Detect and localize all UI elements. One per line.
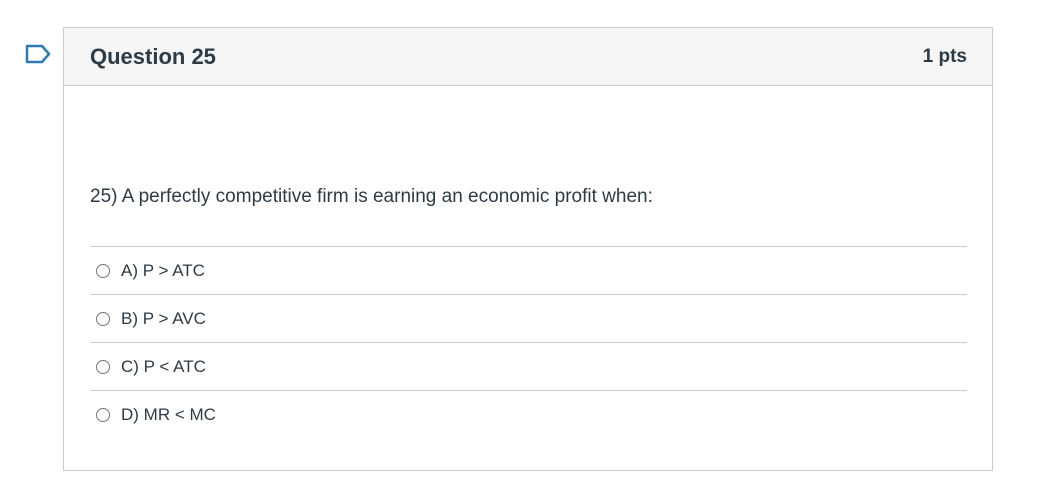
flag-question-icon[interactable] xyxy=(24,43,52,67)
answer-option-b[interactable]: B) P > AVC xyxy=(90,295,967,343)
answer-option-c[interactable]: C) P < ATC xyxy=(90,343,967,391)
question-title: Question 25 xyxy=(90,43,216,69)
question-card: Question 25 1 pts 25) A perfectly compet… xyxy=(63,27,993,471)
question-header: Question 25 1 pts xyxy=(64,28,992,86)
answer-label-b[interactable]: B) P > AVC xyxy=(121,309,206,329)
radio-button-d[interactable] xyxy=(96,407,110,422)
answer-label-a[interactable]: A) P > ATC xyxy=(121,261,205,281)
answer-option-d[interactable]: D) MR < MC xyxy=(90,391,967,438)
answer-label-d[interactable]: D) MR < MC xyxy=(121,405,216,425)
question-body: 25) A perfectly competitive firm is earn… xyxy=(64,185,992,438)
question-points: 1 pts xyxy=(922,45,967,67)
answer-list: A) P > ATC B) P > AVC C) P < ATC D) MR <… xyxy=(90,246,967,438)
radio-button-a[interactable] xyxy=(96,263,110,278)
answer-label-c[interactable]: C) P < ATC xyxy=(121,357,206,377)
radio-button-b[interactable] xyxy=(96,311,110,326)
answer-option-a[interactable]: A) P > ATC xyxy=(90,247,967,295)
question-text: 25) A perfectly competitive firm is earn… xyxy=(90,186,653,207)
radio-button-c[interactable] xyxy=(96,359,110,374)
